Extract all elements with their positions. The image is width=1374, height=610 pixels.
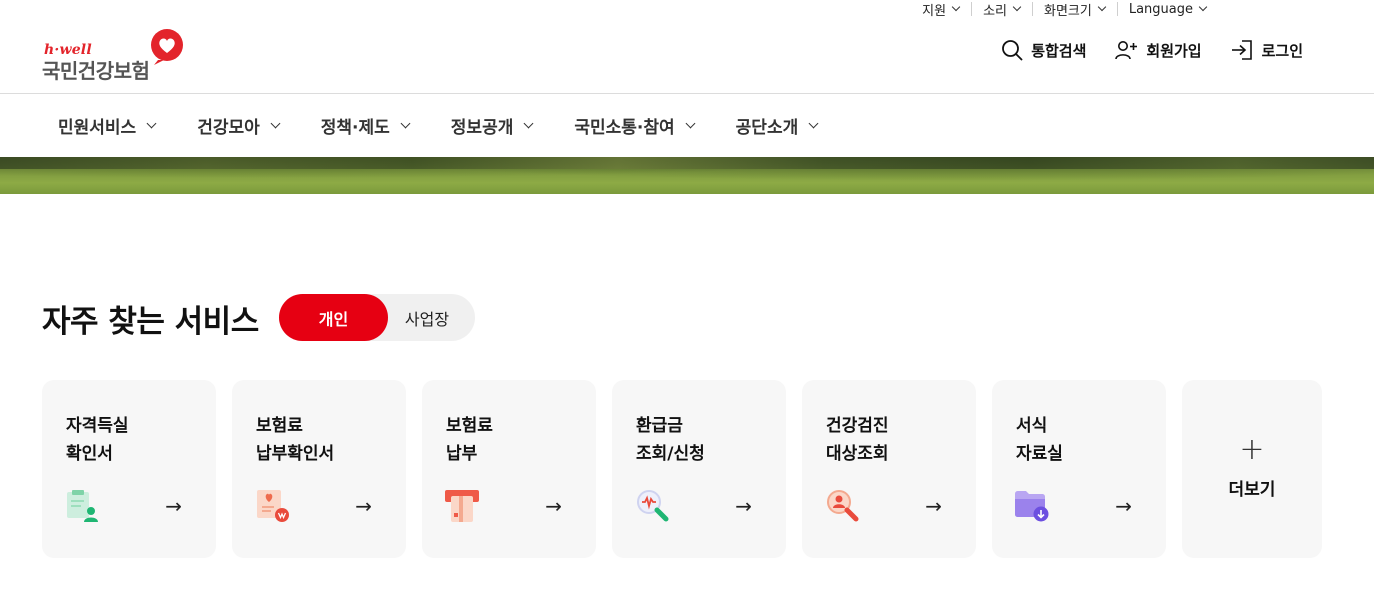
utility-sound[interactable]: 소리 (971, 0, 1032, 19)
arrow-right-icon: → (1115, 494, 1132, 518)
card-title-line1: 건강검진 (826, 416, 889, 436)
refund-search-icon (637, 490, 669, 522)
utility-bar: 지원 소리 화면크기 Language (922, 0, 1218, 19)
utility-language[interactable]: Language (1116, 0, 1218, 18)
nav-item-about[interactable]: 공단소개 (735, 113, 819, 138)
section-title: 자주 찾는 서비스 (42, 304, 259, 340)
chevron-down-icon (270, 118, 281, 128)
service-card-refund[interactable]: 환급금 조회/신청 → (612, 380, 786, 558)
search-button[interactable]: 통합검색 (1001, 38, 1086, 62)
arrow-right-icon: → (735, 494, 752, 518)
service-type-toggle: 개인 사업장 (279, 294, 475, 341)
signup-label: 회원가입 (1146, 41, 1202, 60)
utility-sound-label: 소리 (983, 3, 1007, 19)
chevron-down-icon (808, 118, 819, 128)
card-title: 서식 자료실 (1016, 412, 1063, 468)
card-title-line2: 대상조회 (826, 444, 889, 464)
card-title: 환급금 조회/신청 (636, 412, 705, 468)
arrow-right-icon: → (165, 494, 182, 518)
user-plus-icon (1115, 41, 1138, 60)
chevron-down-icon (146, 118, 157, 128)
chevron-down-icon (1097, 2, 1107, 12)
chevron-down-icon (523, 118, 534, 128)
chevron-down-icon (685, 118, 696, 128)
card-title-line1: 서식 (1016, 416, 1048, 436)
service-card-premium-payment[interactable]: 보험료 납부 → (422, 380, 596, 558)
nav-item-label: 국민소통·참여 (574, 117, 675, 138)
service-card-health-checkup[interactable]: 건강검진 대상조회 → (802, 380, 976, 558)
folder-download-icon (1015, 491, 1049, 522)
card-title-line1: 환급금 (636, 416, 683, 436)
arrow-right-icon: → (355, 494, 372, 518)
utility-support-label: 지원 (922, 3, 947, 19)
banner-treeline (0, 157, 1374, 169)
utility-screen-size[interactable]: 화면크기 (1032, 0, 1117, 19)
toggle-business-button[interactable]: 사업장 (388, 294, 466, 341)
card-title-line1: 자격득실 (66, 416, 129, 436)
service-card-forms-library[interactable]: 서식 자료실 → (992, 380, 1166, 558)
login-button[interactable]: 로그인 (1230, 38, 1303, 62)
card-title: 자격득실 확인서 (66, 412, 129, 468)
more-services-button[interactable]: + 더보기 (1182, 380, 1322, 558)
card-title-line2: 납부확인서 (256, 444, 335, 464)
chevron-down-icon (951, 2, 961, 12)
search-icon (1002, 40, 1023, 61)
card-title-line2: 조회/신청 (636, 444, 705, 464)
main-nav: 민원서비스 건강모아 정책·제도 정보공개 국민소통·참여 공단소개 (0, 93, 1374, 157)
card-title: 보험료 납부확인서 (256, 412, 334, 468)
login-icon (1231, 40, 1252, 60)
checkup-search-icon (827, 490, 859, 522)
card-title-line1: 보험료 (256, 416, 303, 436)
card-title-line2: 자료실 (1016, 444, 1063, 464)
chevron-down-icon (1198, 2, 1208, 12)
nav-item-label: 민원서비스 (58, 117, 137, 138)
service-card-payment-certificate[interactable]: 보험료 납부확인서 → (232, 380, 406, 558)
heart-logo-icon (151, 29, 183, 65)
card-title-line2: 납부 (446, 444, 478, 464)
card-title-line2: 확인서 (66, 444, 113, 464)
logo-title: 국민건강보험 (42, 59, 150, 83)
nav-item-policy[interactable]: 정책·제도 (320, 113, 411, 138)
arrow-right-icon: → (925, 494, 942, 518)
nav-item-label: 건강모아 (197, 117, 260, 138)
card-title: 보험료 납부 (446, 412, 493, 468)
toggle-personal-button[interactable]: 개인 (279, 294, 388, 341)
utility-language-label: Language (1128, 1, 1193, 17)
nav-item-disclosure[interactable]: 정보공개 (450, 113, 534, 138)
chevron-down-icon (400, 118, 411, 128)
nav-item-health[interactable]: 건강모아 (197, 113, 281, 138)
nav-item-communication[interactable]: 국민소통·참여 (574, 113, 696, 138)
card-payment-icon (445, 490, 479, 522)
service-cards: 자격득실 확인서 → 보험료 납부확인서 → 보험료 납부 → 환급금 조회/신… (42, 380, 1322, 558)
signup-button[interactable]: 회원가입 (1114, 38, 1202, 62)
certificate-icon (67, 490, 98, 522)
hero-banner-image (0, 157, 1374, 194)
search-label: 통합검색 (1031, 41, 1087, 60)
plus-icon: + (1239, 432, 1265, 467)
header-actions: 통합검색 회원가입 로그인 (1001, 38, 1303, 62)
nav-item-label: 정보공개 (450, 117, 514, 138)
nav-item-civil-service[interactable]: 민원서비스 (58, 113, 157, 138)
nav-item-label: 공단소개 (735, 117, 799, 138)
card-title-line1: 보험료 (446, 416, 493, 436)
more-label: 더보기 (1228, 480, 1276, 500)
service-card-qualification[interactable]: 자격득실 확인서 → (42, 380, 216, 558)
payment-receipt-icon (257, 490, 289, 522)
nav-item-label: 정책·제도 (320, 117, 390, 138)
chevron-down-icon (1012, 2, 1022, 12)
utility-screen-size-label: 화면크기 (1044, 3, 1092, 19)
card-title: 건강검진 대상조회 (826, 412, 889, 468)
site-logo[interactable]: h·well 국민건강보험 (42, 28, 192, 83)
utility-support[interactable]: 지원 (922, 0, 971, 19)
arrow-right-icon: → (545, 494, 562, 518)
login-label: 로그인 (1261, 41, 1303, 60)
